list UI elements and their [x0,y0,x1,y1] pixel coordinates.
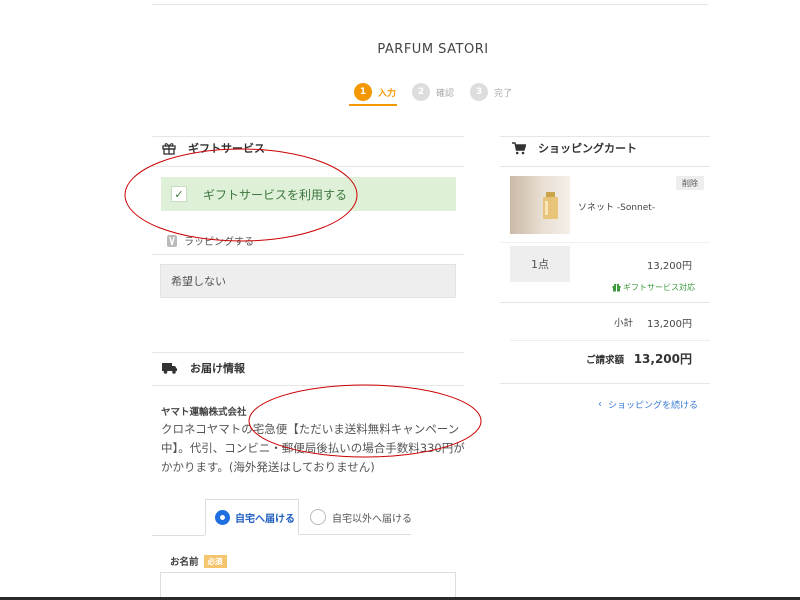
annotation-ellipse-gift [124,148,358,242]
annotation-overlay [124,148,482,458]
annotation-ellipse-shipping [248,384,482,458]
